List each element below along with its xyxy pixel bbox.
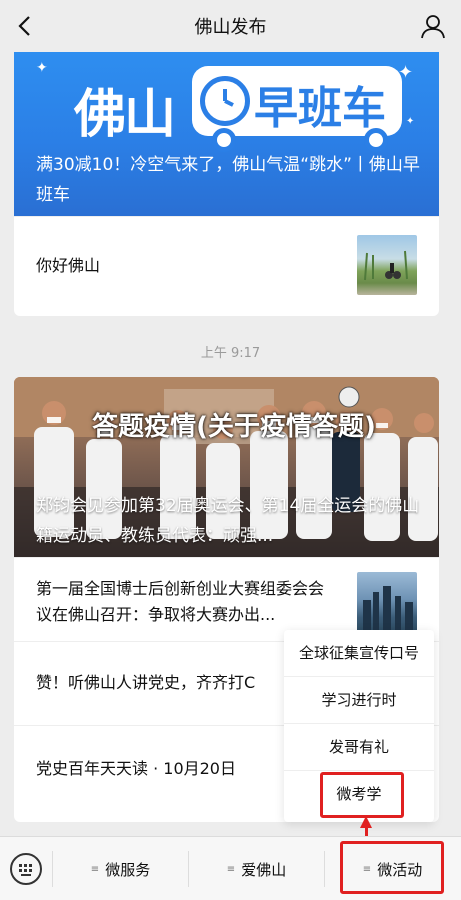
wheel-icon <box>364 128 388 152</box>
list-item-title: 赞！听佛山人讲党史，齐齐打C <box>36 673 256 692</box>
highlight-box <box>320 772 404 818</box>
thumbnail-image <box>357 235 417 295</box>
overlay-title: 答题疫情(关于疫情答题) <box>92 412 376 442</box>
clock-icon <box>200 76 250 126</box>
morning-bus-logo: 佛山 早班车 <box>74 66 404 152</box>
wheel-icon <box>212 128 236 152</box>
article-cover-banner[interactable]: 答题疫情(关于疫情答题) 郑钧会见参加第32届奥运会、第14届全运会的佛山籍运动… <box>14 377 439 557</box>
article-title: 满30减10！冷空气来了，佛山气温“跳水”丨佛山早班车 <box>36 155 420 205</box>
top-nav-bar: 佛山发布 <box>0 0 461 52</box>
menu-lines-icon: ≡ <box>90 863 100 875</box>
submenu-item-study[interactable]: 学习进行时 <box>284 677 434 724</box>
highlight-box <box>340 841 444 894</box>
sparkle-icon: ✦ <box>36 60 48 76</box>
user-icon[interactable] <box>419 12 447 40</box>
logo-text-foshan: 佛山 <box>74 85 176 145</box>
article-cover-banner[interactable]: ✦ ✦ ✦ 佛山 早班车 满30减10！冷空气来了，佛山气温“跳水”丨佛山早班车 <box>14 52 439 216</box>
keyboard-icon[interactable] <box>10 853 42 885</box>
article-card-morning-bus: ✦ ✦ ✦ 佛山 早班车 满30减10！冷空气来了，佛山气温“跳水”丨佛山早班车… <box>14 52 439 316</box>
thumbnail-image <box>357 572 417 632</box>
article-title: 郑钧会见参加第32届奥运会、第14届全运会的佛山籍运动员、教练员代表：顽强... <box>36 496 420 546</box>
chevron-left-icon[interactable] <box>12 12 40 40</box>
sparkle-icon: ✦ <box>406 116 415 127</box>
tab-label: 微服务 <box>105 860 151 879</box>
tab-label: 爱佛山 <box>241 860 287 879</box>
submenu-item-slogan[interactable]: 全球征集宣传口号 <box>284 630 434 677</box>
list-item-title: 你好佛山 <box>36 256 101 275</box>
logo-text-morning-bus: 早班车 <box>254 83 386 134</box>
list-item[interactable]: 你好佛山 <box>14 216 439 316</box>
menu-lines-icon: ≡ <box>226 863 236 875</box>
list-item-title: 党史百年天天读 · 10月20日 <box>36 759 236 778</box>
tab-love-foshan[interactable]: ≡ 爱佛山 <box>189 837 324 900</box>
message-timestamp: 上午 9:17 <box>200 346 261 361</box>
page-title: 佛山发布 <box>194 17 267 38</box>
tab-micro-service[interactable]: ≡ 微服务 <box>53 837 188 900</box>
submenu-item-gift[interactable]: 发哥有礼 <box>284 724 434 771</box>
list-item-title: 第一届全国博士后创新创业大赛组委会会议在佛山召开：争取将大赛办出... <box>36 579 325 624</box>
list-item[interactable]: 第一届全国博士后创新创业大赛组委会会议在佛山召开：争取将大赛办出... <box>14 557 439 641</box>
bus-shape: 早班车 <box>192 66 402 136</box>
